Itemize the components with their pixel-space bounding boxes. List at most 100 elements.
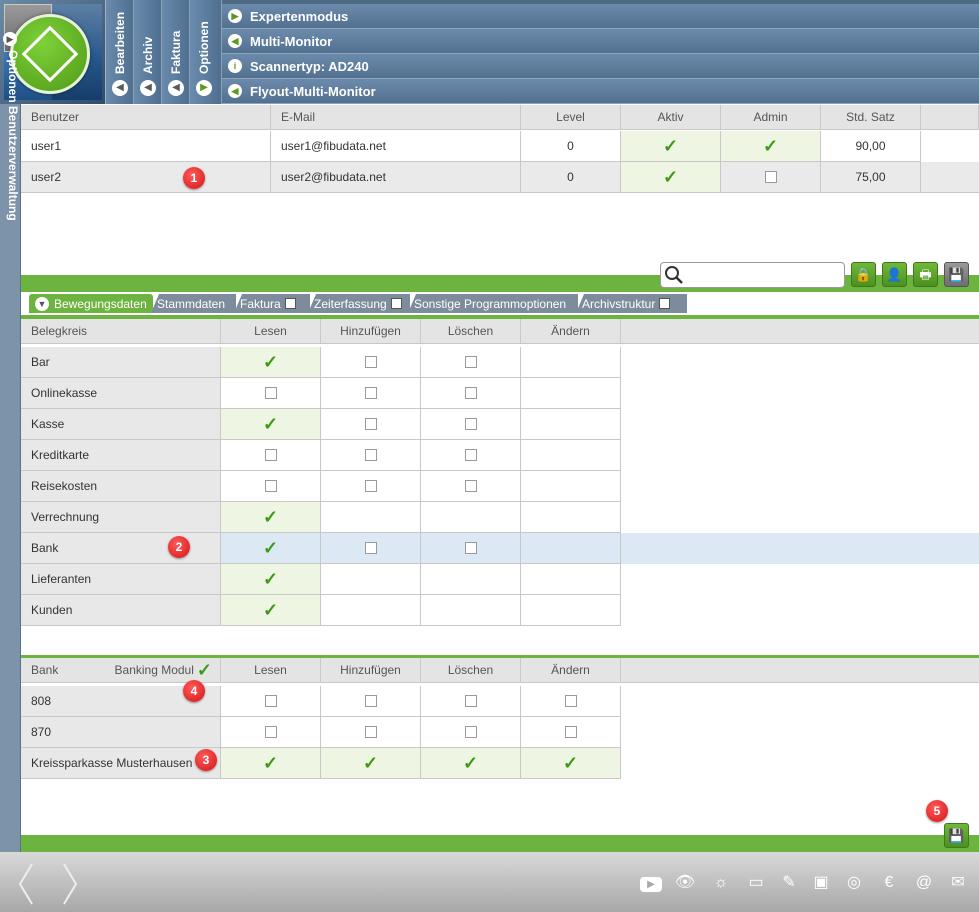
banking-modul-toggle[interactable]: Banking Modul ✓ <box>115 661 212 679</box>
nav-forward-icon[interactable] <box>62 862 78 906</box>
euro-icon[interactable]: € <box>878 872 900 894</box>
loeschen-checkbox[interactable] <box>421 686 521 717</box>
lesen-checkbox[interactable]: ✓ <box>221 564 321 595</box>
hinzufuegen-checkbox[interactable] <box>321 595 421 626</box>
aendern-cell[interactable] <box>521 533 621 564</box>
loeschen-checkbox[interactable] <box>421 717 521 748</box>
play-left-icon[interactable]: ◀ <box>140 80 156 96</box>
col-header[interactable]: Ändern <box>521 658 621 683</box>
lesen-checkbox[interactable]: ✓ <box>221 748 321 779</box>
monitor-icon[interactable]: ▭ <box>745 872 767 894</box>
lesen-checkbox[interactable] <box>221 378 321 409</box>
aendern-cell[interactable] <box>521 378 621 409</box>
menu-scannertyp[interactable]: i Scannertyp: AD240 <box>222 54 979 79</box>
loeschen-checkbox[interactable] <box>421 471 521 502</box>
play-left-icon[interactable]: ◀ <box>168 80 184 96</box>
tab-bewegungsdaten[interactable]: ▼ Bewegungsdaten <box>29 294 153 313</box>
hinzufuegen-checkbox[interactable] <box>321 409 421 440</box>
save-button[interactable]: 💾 <box>944 823 969 848</box>
camera-icon[interactable]: ◎ <box>843 872 865 894</box>
tab-checkbox[interactable] <box>390 298 402 309</box>
col-header[interactable]: Löschen <box>421 658 521 683</box>
col-header[interactable]: Ändern <box>521 319 621 344</box>
hinzufuegen-checkbox[interactable] <box>321 533 421 564</box>
lesen-checkbox[interactable] <box>221 686 321 717</box>
tab-stammdaten[interactable]: Stammdaten <box>151 294 236 313</box>
nav-back-icon[interactable] <box>18 862 34 906</box>
loeschen-checkbox[interactable] <box>421 564 521 595</box>
col-header[interactable]: Hinzufügen <box>321 658 421 683</box>
loeschen-checkbox[interactable] <box>421 595 521 626</box>
play-right-icon[interactable]: ▶ <box>196 80 212 96</box>
lesen-checkbox[interactable]: ✓ <box>221 347 321 378</box>
aendern-checkbox[interactable] <box>521 686 621 717</box>
edit-document-icon[interactable]: ✎ <box>778 872 800 894</box>
hinzufuegen-checkbox[interactable]: ✓ <box>321 748 421 779</box>
document-scan-icon[interactable]: ☼ <box>710 872 732 894</box>
loeschen-checkbox[interactable] <box>421 378 521 409</box>
hinzufuegen-checkbox[interactable] <box>321 378 421 409</box>
hinzufuegen-checkbox[interactable] <box>321 502 421 533</box>
lesen-checkbox[interactable]: ✓ <box>221 595 321 626</box>
lesen-checkbox[interactable] <box>221 440 321 471</box>
loeschen-checkbox[interactable] <box>421 347 521 378</box>
admin-checkbox[interactable] <box>721 162 821 193</box>
hinzufuegen-checkbox[interactable] <box>321 471 421 502</box>
lesen-checkbox[interactable]: ✓ <box>221 533 321 564</box>
menu-expertenmodus[interactable]: ▶ Expertenmodus <box>222 4 979 29</box>
aendern-checkbox[interactable] <box>521 717 621 748</box>
col-header[interactable]: Std. Satz <box>821 105 921 130</box>
aendern-cell[interactable] <box>521 409 621 440</box>
col-header[interactable]: Benutzer <box>21 105 271 130</box>
save-icon[interactable]: ▣ <box>810 872 832 894</box>
aendern-checkbox[interactable]: ✓ <box>521 748 621 779</box>
hinzufuegen-checkbox[interactable] <box>321 717 421 748</box>
loeschen-checkbox[interactable]: ✓ <box>421 748 521 779</box>
eye-icon[interactable]: 👁 <box>674 872 696 894</box>
aendern-cell[interactable] <box>521 502 621 533</box>
at-icon[interactable]: @ <box>913 872 935 894</box>
menu-multi-monitor[interactable]: ◀ Multi-Monitor <box>222 29 979 54</box>
vtab-optionen[interactable]: Optionen ▶ <box>190 0 222 104</box>
mail-icon[interactable]: ✉ <box>947 872 969 894</box>
col-header[interactable]: Lesen <box>221 319 321 344</box>
aktiv-checkbox[interactable]: ✓ <box>621 131 721 162</box>
vtab-archiv[interactable]: Archiv ◀ <box>134 0 162 104</box>
col-header[interactable]: Hinzufügen <box>321 319 421 344</box>
hinzufuegen-checkbox[interactable] <box>321 564 421 595</box>
vtab-bearbeiten[interactable]: Bearbeiten ◀ <box>106 0 134 104</box>
admin-checkbox[interactable]: ✓ <box>721 131 821 162</box>
menu-flyout-multi-monitor[interactable]: ◀ Flyout-Multi-Monitor <box>222 79 979 104</box>
col-header[interactable]: Lesen <box>221 658 321 683</box>
loeschen-checkbox[interactable] <box>421 533 521 564</box>
add-user-button[interactable]: 👤 <box>882 262 907 287</box>
vtab-faktura[interactable]: Faktura ◀ <box>162 0 190 104</box>
aktiv-checkbox[interactable]: ✓ <box>621 162 721 193</box>
youtube-icon[interactable]: ▶ <box>640 872 662 894</box>
tab-archivstruktur[interactable]: Archivstruktur <box>576 294 687 313</box>
aendern-cell[interactable] <box>521 595 621 626</box>
lesen-checkbox[interactable] <box>221 471 321 502</box>
hinzufuegen-checkbox[interactable] <box>321 440 421 471</box>
tab-checkbox[interactable] <box>659 298 671 309</box>
loeschen-checkbox[interactable] <box>421 502 521 533</box>
print-button[interactable]: 🖶 <box>913 262 938 287</box>
tab-zeiterfassung[interactable]: Zeiterfassung <box>308 294 410 313</box>
aendern-cell[interactable] <box>521 440 621 471</box>
aendern-cell[interactable] <box>521 471 621 502</box>
play-left-icon[interactable]: ◀ <box>112 80 128 96</box>
search-input[interactable] <box>660 262 845 288</box>
hinzufuegen-checkbox[interactable] <box>321 347 421 378</box>
col-header[interactable]: Level <box>521 105 621 130</box>
lesen-checkbox[interactable]: ✓ <box>221 502 321 533</box>
save-disabled-button[interactable]: 💾 <box>944 262 969 287</box>
tab-sonstige-programmoptionen[interactable]: Sonstige Programmoptionen <box>408 294 578 313</box>
lesen-checkbox[interactable]: ✓ <box>221 409 321 440</box>
loeschen-checkbox[interactable] <box>421 440 521 471</box>
aendern-cell[interactable] <box>521 564 621 595</box>
col-header[interactable]: Löschen <box>421 319 521 344</box>
lock-button[interactable]: 🔒 <box>851 262 876 287</box>
tab-checkbox[interactable] <box>284 298 296 309</box>
lesen-checkbox[interactable] <box>221 717 321 748</box>
col-header[interactable]: Admin <box>721 105 821 130</box>
